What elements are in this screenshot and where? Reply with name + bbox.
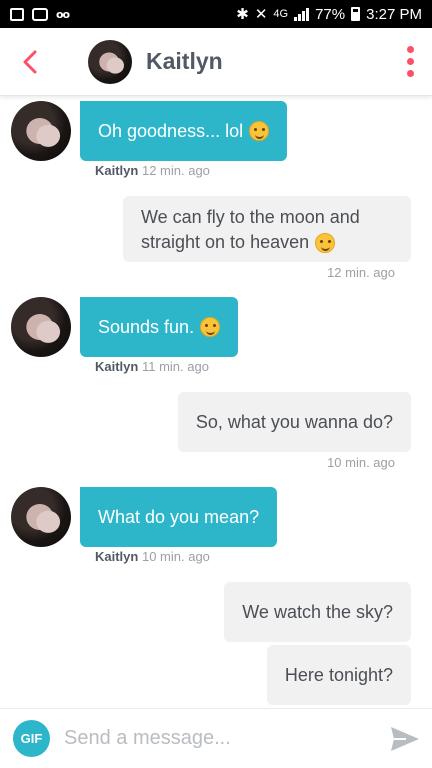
send-icon [391,726,419,751]
back-button[interactable] [0,50,60,74]
message-bubble-outgoing: So, what you wanna do? [177,392,411,452]
message-meta: Kaitlyn 10 min. ago [95,549,210,564]
message-bubble-incoming: Oh goodness... lol [80,101,288,161]
battery-percent: 77% [315,5,346,23]
mute-icon: ✕ [254,6,268,23]
message-time: 10 min. ago [327,455,395,470]
message-meta: Kaitlyn 12 min. ago [95,163,210,178]
sender-avatar[interactable] [11,297,71,357]
message-notification-icon [32,7,48,21]
chevron-left-icon [23,50,37,73]
chat-header: Kaitlyn [0,28,432,96]
message-bubble-outgoing: Here tonight? [266,645,411,705]
network-type: 4G [273,8,289,20]
status-bar: oo ✱ ✕ 4G 77% 3:27 PM [0,0,432,28]
send-button[interactable] [388,722,422,756]
gallery-notification-icon [10,7,24,21]
message-time: 12 min. ago [327,265,395,280]
bluetooth-icon: ✱ [236,6,249,23]
more-vertical-icon [407,46,414,53]
voicemail-icon: oo [56,7,70,21]
message-bubble-incoming: What do you mean? [80,487,278,547]
avatar[interactable] [88,39,132,84]
message-input[interactable] [64,727,388,750]
contact-name[interactable]: Kaitlyn [146,48,223,75]
message-bubble-outgoing: We can fly to the moon and straight on t… [123,196,411,262]
message-bubble-outgoing: We watch the sky? [224,582,411,642]
winking-emoji-icon [315,233,336,254]
sender-avatar[interactable] [11,101,71,161]
smiling-emoji-icon [200,317,221,337]
clock: 3:27 PM [366,5,422,23]
message-meta: Kaitlyn 11 min. ago [95,359,209,374]
signal-icon [294,7,310,21]
sender-avatar[interactable] [11,487,71,547]
more-options-button[interactable] [407,46,414,77]
message-composer: GIF [0,708,432,768]
message-bubble-incoming: Sounds fun. [80,297,239,357]
gif-button[interactable]: GIF [13,720,50,757]
battery-icon [351,7,361,21]
laughing-emoji-icon [249,121,270,141]
